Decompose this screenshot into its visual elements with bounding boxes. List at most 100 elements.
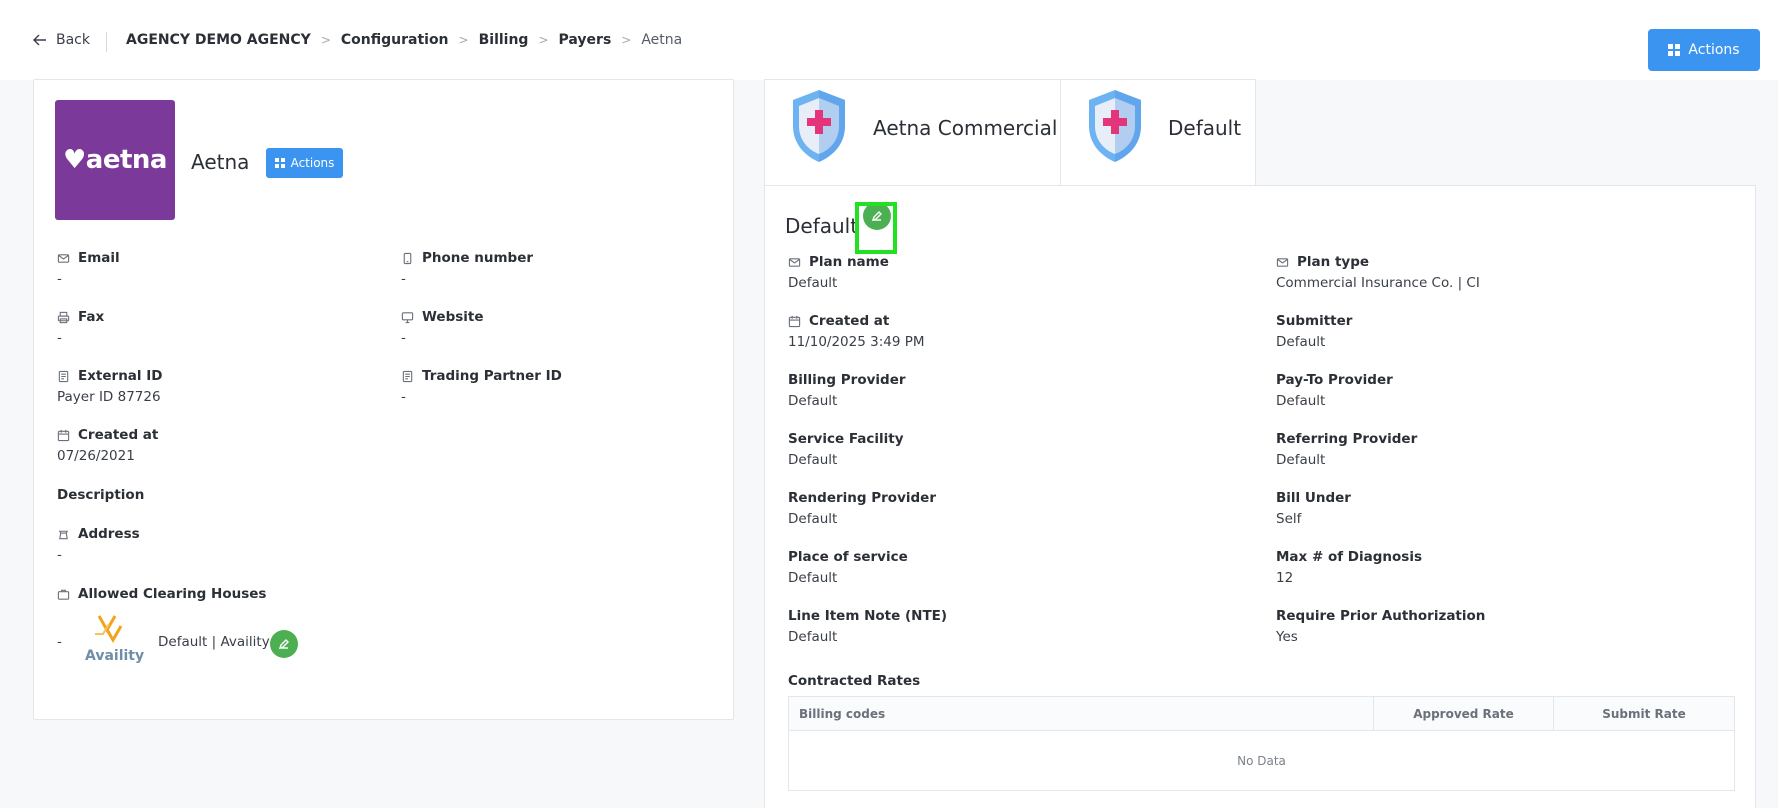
plan-type-field: Plan type Commercial Insurance Co. | CI [1276,254,1480,291]
email-field: Email - [57,250,120,287]
plan-name-label: Plan name [809,254,889,270]
calendar-icon [788,315,801,327]
top-bar: Back AGENCY DEMO AGENCY > Configuration … [0,0,1778,80]
rendering-provider-value: Default [788,511,838,527]
tab-aetna-commercial-label: Aetna Commercial [873,116,1058,140]
actions-button[interactable]: Actions [1648,29,1760,71]
external-id-value: Payer ID 87726 [57,389,161,405]
breadcrumb-configuration[interactable]: Configuration [341,32,449,48]
printer-icon [57,311,70,323]
column-submit-rate[interactable]: Submit Rate [1554,697,1734,730]
plan-created-at-value: 11/10/2025 3:49 PM [788,334,925,350]
plan-created-at-field: Created at 11/10/2025 3:49 PM [788,313,925,350]
service-facility-value: Default [788,452,838,468]
breadcrumb-current: Aetna [641,32,683,48]
created-at-field: Created at 07/26/2021 [57,427,158,464]
aetna-logo: ♥aetna [55,100,175,220]
bill-under-field: Bill Under Self [1276,490,1351,527]
table-header: Billing codes Approved Rate Submit Rate [789,697,1734,731]
pencil-icon [278,639,289,650]
tab-default-label: Default [1168,116,1242,140]
trading-partner-id-label: Trading Partner ID [422,368,562,384]
document-icon [402,370,413,382]
chevron-right-icon: > [320,33,331,47]
grid-icon [274,158,285,168]
chevron-right-icon: > [538,33,549,47]
chevron-right-icon: > [458,33,469,47]
pay-to-provider-field: Pay-To Provider Default [1276,372,1393,409]
billing-provider-value: Default [788,393,838,409]
tab-default[interactable]: Default [1060,79,1256,186]
phone-field: Phone number - [401,250,533,287]
column-approved-rate[interactable]: Approved Rate [1374,697,1554,730]
line-item-note-value: Default [788,629,838,645]
submitter-label: Submitter [1276,313,1353,329]
website-field: Website - [401,309,484,346]
breadcrumb: AGENCY DEMO AGENCY > Configuration > Bil… [126,32,682,48]
back-button[interactable]: Back [32,32,90,48]
fax-value: - [57,330,62,346]
description-field: Description [57,487,144,503]
phone-label: Phone number [422,250,534,266]
max-diagnosis-value: 12 [1276,570,1294,586]
briefcase-icon [57,589,70,600]
rendering-provider-field: Rendering Provider Default [788,490,936,527]
trading-partner-id-value: - [401,389,406,405]
external-id-field: External ID Payer ID 87726 [57,368,162,405]
place-of-service-value: Default [788,570,838,586]
mail-icon [788,257,801,267]
plan-title: Default [785,214,859,238]
place-of-service-field: Place of service Default [788,549,908,586]
website-label: Website [422,309,484,325]
plan-name-value: Default [788,275,838,291]
referring-provider-field: Referring Provider Default [1276,431,1417,468]
require-prior-auth-label: Require Prior Authorization [1276,608,1486,624]
description-label: Description [57,487,145,503]
breadcrumb-payers[interactable]: Payers [559,32,612,48]
breadcrumb-billing[interactable]: Billing [479,32,529,48]
bill-under-value: Self [1276,511,1302,527]
column-billing-codes[interactable]: Billing codes [789,697,1374,730]
calendar-icon [57,429,70,441]
shield-cross-icon [1089,90,1141,162]
availity-logo: Availity [81,614,147,666]
billing-provider-field: Billing Provider Default [788,372,906,409]
require-prior-auth-field: Require Prior Authorization Yes [1276,608,1485,645]
payer-actions-label: Actions [290,156,335,170]
tab-aetna-commercial[interactable]: Aetna Commercial [764,79,1061,186]
phone-value: - [401,271,406,287]
referring-provider-value: Default [1276,452,1326,468]
email-value: - [57,271,62,287]
payer-actions-button[interactable]: Actions [266,148,343,178]
trading-partner-id-field: Trading Partner ID - [401,368,562,405]
billing-provider-label: Billing Provider [788,372,906,388]
empty-state: No Data [1237,754,1286,768]
service-facility-field: Service Facility Default [788,431,904,468]
clearing-house-label: Default | Availity [158,634,270,650]
rendering-provider-label: Rendering Provider [788,490,936,506]
plan-details-panel: Default Plan name Default Plan type Comm… [764,185,1756,808]
pay-to-provider-value: Default [1276,393,1326,409]
email-label: Email [78,250,120,266]
arrow-left-icon [33,34,46,46]
address-value: - [57,547,62,563]
availity-logo-text: Availity [85,648,145,664]
created-at-value: 07/26/2021 [57,448,135,464]
clearing-house-dash: - [57,634,62,650]
breadcrumb-agency[interactable]: AGENCY DEMO AGENCY [126,32,311,48]
chevron-right-icon: > [621,33,632,47]
clearing-houses-field: Allowed Clearing Houses [57,586,266,602]
clearing-houses-label: Allowed Clearing Houses [78,586,267,602]
require-prior-auth-value: Yes [1276,629,1298,645]
website-value: - [401,330,406,346]
location-icon [58,530,69,539]
plan-name-field: Plan name Default [788,254,889,291]
edit-clearing-house-button[interactable] [270,630,298,658]
submitter-value: Default [1276,334,1326,350]
monitor-icon [401,311,414,323]
shield-cross-icon [793,90,845,162]
contracted-rates-title: Contracted Rates [788,673,921,689]
plan-created-at-label: Created at [809,313,890,329]
place-of-service-label: Place of service [788,549,908,565]
line-item-note-field: Line Item Note (NTE) Default [788,608,947,645]
